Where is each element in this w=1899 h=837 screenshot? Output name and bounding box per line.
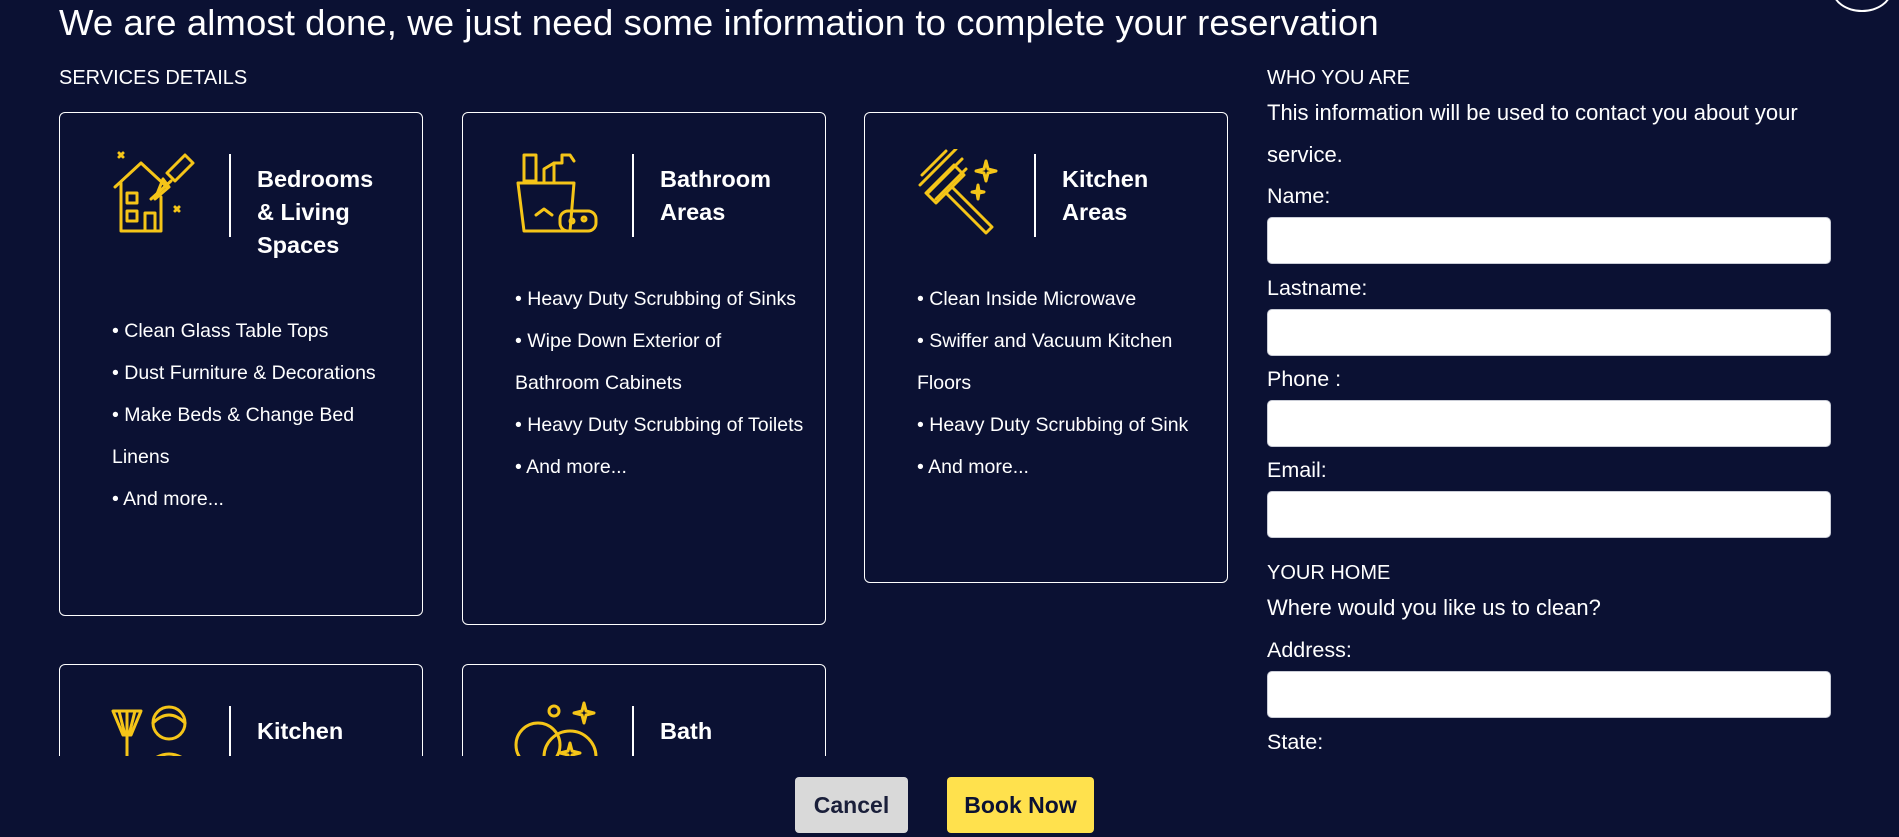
- email-label: Email:: [1267, 458, 1327, 482]
- service-card-kitchen: Kitchen Areas • Clean Inside Microwave •…: [864, 112, 1228, 583]
- address-input[interactable]: [1267, 671, 1831, 718]
- card-title: Bedrooms & Living Spaces: [257, 166, 374, 258]
- phone-label: Phone :: [1267, 367, 1342, 391]
- state-label: State:: [1267, 730, 1324, 754]
- list-item: • And more...: [515, 456, 627, 478]
- service-items-list: • Heavy Duty Scrubbing of Sinks • Wipe D…: [515, 278, 805, 488]
- contact-intro-text: This information will be used to contact…: [1267, 100, 1798, 167]
- who-you-are-label: WHO YOU ARE: [1267, 67, 1410, 89]
- page-title: We are almost done, we just need some in…: [59, 2, 1379, 43]
- card-divider: [229, 154, 231, 237]
- list-item: • Clean Inside Microwave: [917, 288, 1137, 310]
- list-item: • Swiffer and Vacuum Kitchen Floors: [917, 330, 1173, 394]
- cleaning-supplies-icon: [516, 153, 598, 233]
- card-divider: [632, 706, 634, 756]
- phone-input[interactable]: [1267, 400, 1831, 447]
- service-items-list: • Clean Inside Microwave • Swiffer and V…: [917, 278, 1207, 488]
- house-broom-icon: [113, 151, 195, 233]
- service-card-bath: Bath: [462, 664, 826, 756]
- services-section-label: SERVICES DETAILS: [59, 67, 248, 89]
- card-divider: [632, 154, 634, 237]
- home-intro-text: Where would you like us to clean?: [1267, 595, 1601, 620]
- cancel-button[interactable]: Cancel: [795, 777, 908, 833]
- list-item: • And more...: [112, 488, 224, 510]
- service-card-bathroom: Bathroom Areas • Heavy Duty Scrubbing of…: [462, 112, 826, 625]
- email-input[interactable]: [1267, 491, 1831, 538]
- lastname-label: Lastname:: [1267, 276, 1368, 300]
- name-label: Name:: [1267, 184, 1331, 208]
- list-item: • Clean Glass Table Tops: [112, 320, 329, 342]
- card-title: Kitchen: [257, 718, 344, 744]
- list-item: • Heavy Duty Scrubbing of Sinks: [515, 288, 797, 310]
- list-item: • Dust Furniture & Decorations: [112, 362, 376, 384]
- list-item: • Make Beds & Change Bed Linens: [112, 404, 355, 468]
- card-title: Bathroom Areas: [660, 166, 771, 225]
- book-now-button[interactable]: Book Now: [947, 777, 1094, 833]
- squeegee-icon: [918, 149, 998, 235]
- lastname-input[interactable]: [1267, 309, 1831, 356]
- name-input[interactable]: [1267, 217, 1831, 264]
- service-card-kitchen-2: Kitchen: [59, 664, 423, 756]
- maid-duster-icon: [111, 705, 187, 756]
- card-divider: [229, 706, 231, 756]
- list-item: • Heavy Duty Scrubbing of Sink: [917, 414, 1189, 436]
- service-card-bedrooms: Bedrooms & Living Spaces • Clean Glass T…: [59, 112, 423, 616]
- address-label: Address:: [1267, 638, 1352, 662]
- list-item: • And more...: [917, 456, 1029, 478]
- list-item: • Wipe Down Exterior of Bathroom Cabinet…: [515, 330, 722, 394]
- card-title: Bath: [660, 718, 713, 744]
- sparkling-bubbles-icon: [514, 701, 598, 756]
- your-home-label: YOUR HOME: [1267, 562, 1391, 584]
- list-item: • Heavy Duty Scrubbing of Toilets: [515, 414, 804, 436]
- card-title: Kitchen Areas: [1062, 166, 1149, 225]
- scroll-viewport: We are almost done, we just need some in…: [0, 0, 1899, 756]
- service-items-list: • Clean Glass Table Tops • Dust Furnitur…: [112, 310, 402, 520]
- card-divider: [1034, 154, 1036, 237]
